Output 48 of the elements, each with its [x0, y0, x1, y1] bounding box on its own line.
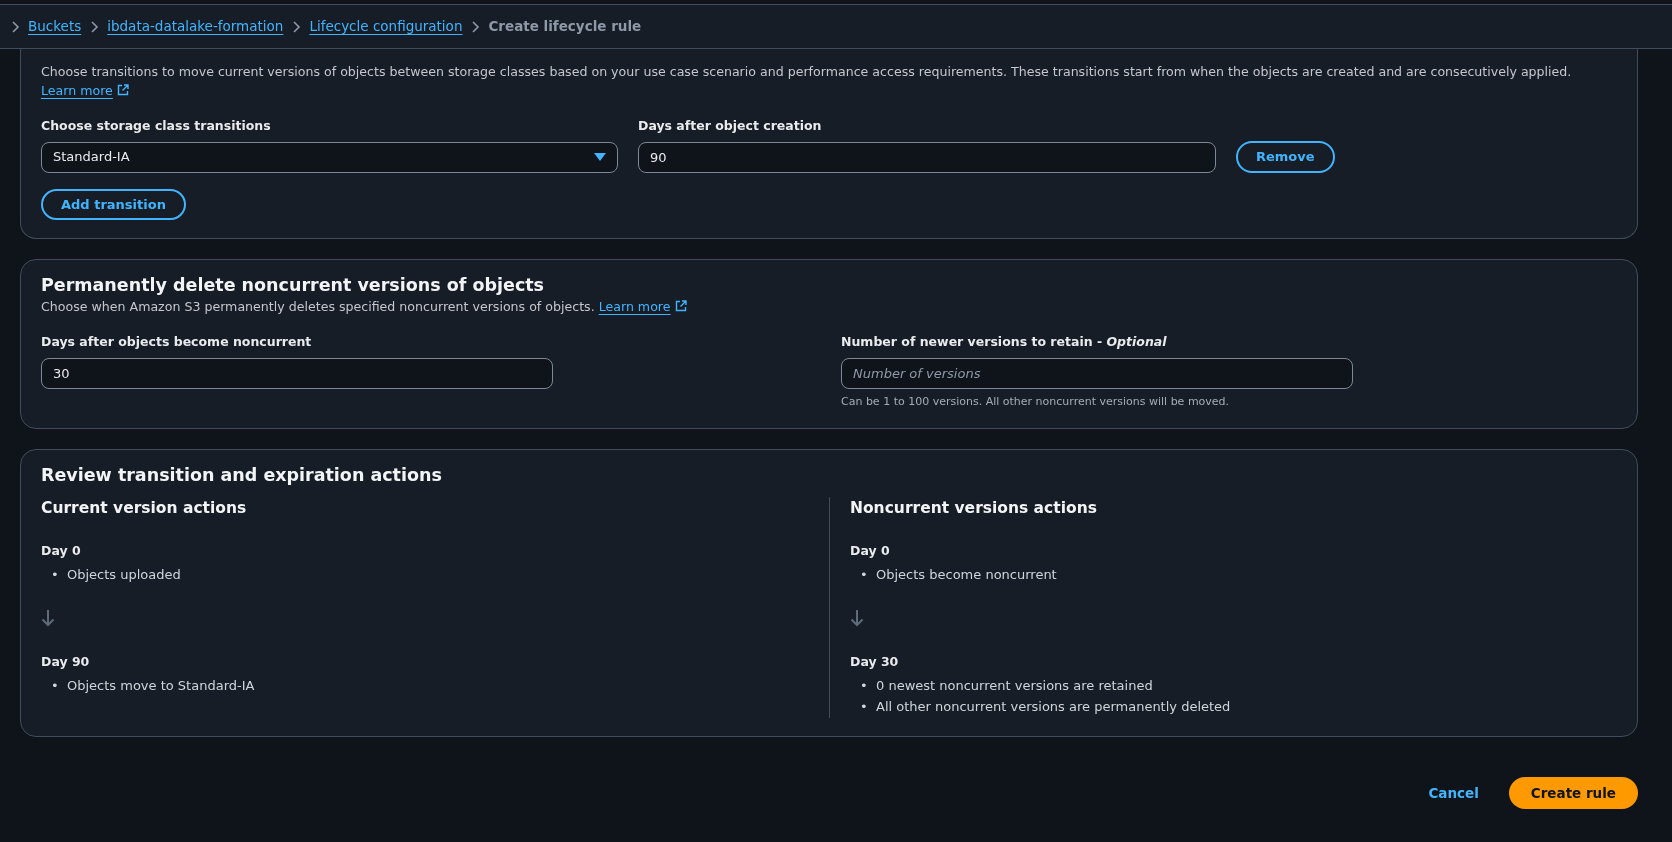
column-title: Current version actions	[41, 497, 248, 519]
bullet-mark: •	[860, 565, 869, 584]
versions-input[interactable]: Number of versions	[841, 357, 1353, 389]
description-text: Choose transitions to move current versions of objects between storage classes based on your use case scenario and performance access requirements. These transitions start from when the objects are created and are consecutively applied. Learn more	[41, 63, 1573, 100]
bullet-mark: •	[860, 677, 869, 696]
create-rule-button[interactable]: Create rule	[1508, 776, 1638, 810]
external-link-icon	[674, 300, 687, 313]
storage-class-select[interactable]: Standard-IA	[41, 141, 618, 173]
field-label: Days after objects become noncurrent	[41, 333, 313, 352]
breadcrumb-link[interactable]: Lifecycle configuration	[309, 16, 463, 37]
field-label: Number of newer versions to retain - Optional	[841, 333, 1168, 352]
breadcrumb-link[interactable]: Buckets	[28, 16, 82, 37]
action-item: All other noncurrent versions are permanently deleted	[876, 698, 1231, 716]
cancel-button[interactable]: Cancel	[1422, 781, 1485, 805]
description-text: Choose when Amazon S3 permanently deletes specified noncurrent versions of objects. Learn more	[41, 298, 1617, 318]
chevron-right-icon	[89, 20, 100, 33]
chevron-right-icon	[10, 20, 20, 33]
hint-text: Can be 1 to 100 versions. All other noncurrent versions will be moved.	[841, 393, 1231, 410]
caret-down-icon	[594, 153, 606, 162]
field-label: Choose storage class transitions	[41, 116, 272, 135]
day-label: Day 90	[41, 653, 91, 672]
day-label: Day 0	[41, 541, 82, 560]
bullet-mark: •	[51, 565, 60, 584]
column-title: Noncurrent versions actions	[850, 497, 1098, 519]
section-title: Permanently delete noncurrent versions of objects	[41, 274, 546, 298]
learn-more-link[interactable]: Learn more	[598, 299, 687, 315]
remove-button[interactable]: Remove	[1236, 141, 1335, 173]
days-input[interactable]: 90	[638, 141, 1216, 173]
action-item: Objects become noncurrent	[876, 565, 1057, 584]
bullet-mark: •	[860, 698, 869, 716]
section-title: Review transition and expiration actions	[41, 464, 443, 488]
arrow-down-icon	[850, 609, 864, 628]
arrow-down-icon	[41, 609, 55, 628]
field-label: Days after object creation	[638, 116, 823, 135]
breadcrumb-link[interactable]: ibdata-datalake-formation	[107, 16, 284, 37]
bullet-mark: •	[51, 677, 60, 696]
day-label: Day 30	[850, 653, 900, 672]
day-label: Day 0	[850, 541, 891, 560]
days-input[interactable]: 30	[41, 357, 553, 389]
action-item: Objects uploaded	[67, 565, 181, 584]
learn-more-link[interactable]: Learn more	[41, 82, 129, 98]
external-link-icon	[116, 83, 129, 96]
add-transition-button[interactable]: Add transition	[41, 188, 186, 221]
breadcrumb-current: Create lifecycle rule	[488, 17, 642, 37]
chevron-right-icon	[470, 20, 481, 33]
chevron-right-icon	[291, 20, 302, 33]
action-item: 0 newest noncurrent versions are retained	[876, 677, 1153, 696]
action-item: Objects move to Standard-IA	[67, 677, 255, 696]
